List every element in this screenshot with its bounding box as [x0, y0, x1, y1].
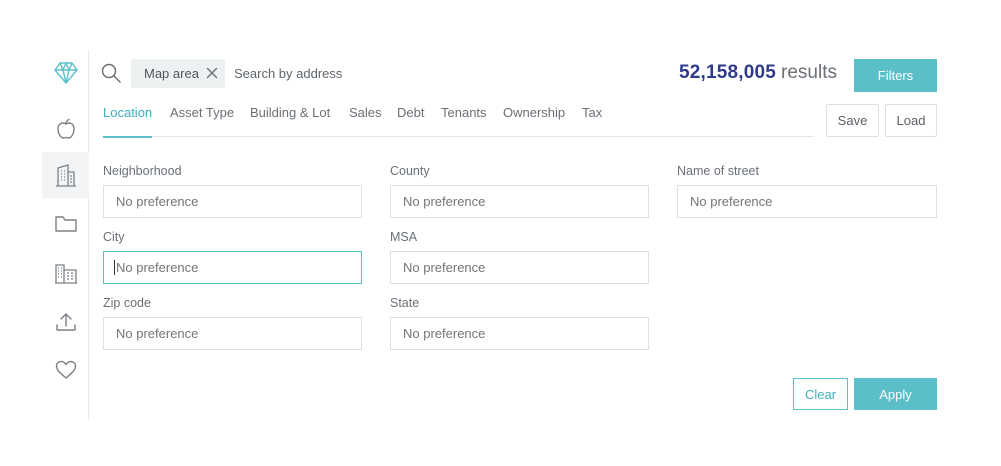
sidebar-item-upload[interactable] — [42, 299, 89, 345]
filter-tabs: Location Asset Type Building & Lot Sales… — [103, 105, 813, 138]
tab-debt[interactable]: Debt — [397, 105, 424, 137]
buildings-icon — [54, 264, 77, 284]
apple-icon — [56, 118, 75, 139]
county-field[interactable] — [390, 185, 649, 218]
close-icon[interactable] — [206, 67, 218, 79]
diamond-logo-icon — [53, 62, 78, 84]
street-name-label: Name of street — [677, 164, 759, 178]
tab-asset-type[interactable]: Asset Type — [170, 105, 234, 137]
search-icon[interactable] — [101, 63, 121, 83]
save-button[interactable]: Save — [826, 104, 879, 137]
neighborhood-field[interactable] — [103, 185, 362, 218]
sidebar-item-home[interactable] — [42, 50, 89, 96]
results-count: 52,158,005 results — [679, 62, 837, 84]
tab-tenants[interactable]: Tenants — [441, 105, 487, 137]
sidebar-item-comparables[interactable] — [42, 250, 89, 296]
tab-ownership[interactable]: Ownership — [503, 105, 565, 137]
load-button[interactable]: Load — [885, 104, 937, 137]
map-area-chip-label: Map area — [144, 66, 199, 81]
county-label: County — [390, 164, 430, 178]
clear-button[interactable]: Clear — [793, 378, 848, 410]
results-number: 52,158,005 — [678, 62, 777, 83]
upload-icon — [55, 313, 76, 331]
filters-button[interactable]: Filters — [854, 59, 937, 92]
tab-sales[interactable]: Sales — [349, 105, 382, 137]
msa-field[interactable] — [390, 251, 649, 284]
sidebar-item-properties[interactable] — [42, 152, 89, 198]
tab-building-lot[interactable]: Building & Lot — [250, 105, 330, 137]
state-label: State — [390, 296, 420, 310]
tab-tax[interactable]: Tax — [582, 105, 602, 137]
msa-label: MSA — [390, 230, 418, 244]
address-search-input[interactable] — [234, 62, 534, 84]
city-field[interactable] — [103, 251, 362, 284]
text-cursor — [114, 260, 115, 275]
results-label: results — [781, 62, 837, 83]
apply-button[interactable]: Apply — [854, 378, 937, 410]
map-area-chip[interactable]: Map area — [131, 59, 225, 88]
tab-location[interactable]: Location — [103, 105, 153, 138]
state-field[interactable] — [390, 317, 649, 350]
building-icon — [55, 164, 76, 187]
city-label: City — [103, 230, 125, 244]
heart-icon — [55, 360, 76, 379]
folder-icon — [54, 216, 77, 232]
neighborhood-label: Neighborhood — [103, 164, 182, 178]
zip-code-field[interactable] — [103, 317, 362, 350]
sidebar — [36, 50, 89, 420]
street-name-field[interactable] — [677, 185, 937, 218]
sidebar-item-favorites[interactable] — [42, 347, 89, 393]
zip-code-label: Zip code — [103, 296, 151, 310]
sidebar-item-apple[interactable] — [42, 106, 89, 152]
sidebar-item-folders[interactable] — [42, 201, 89, 247]
